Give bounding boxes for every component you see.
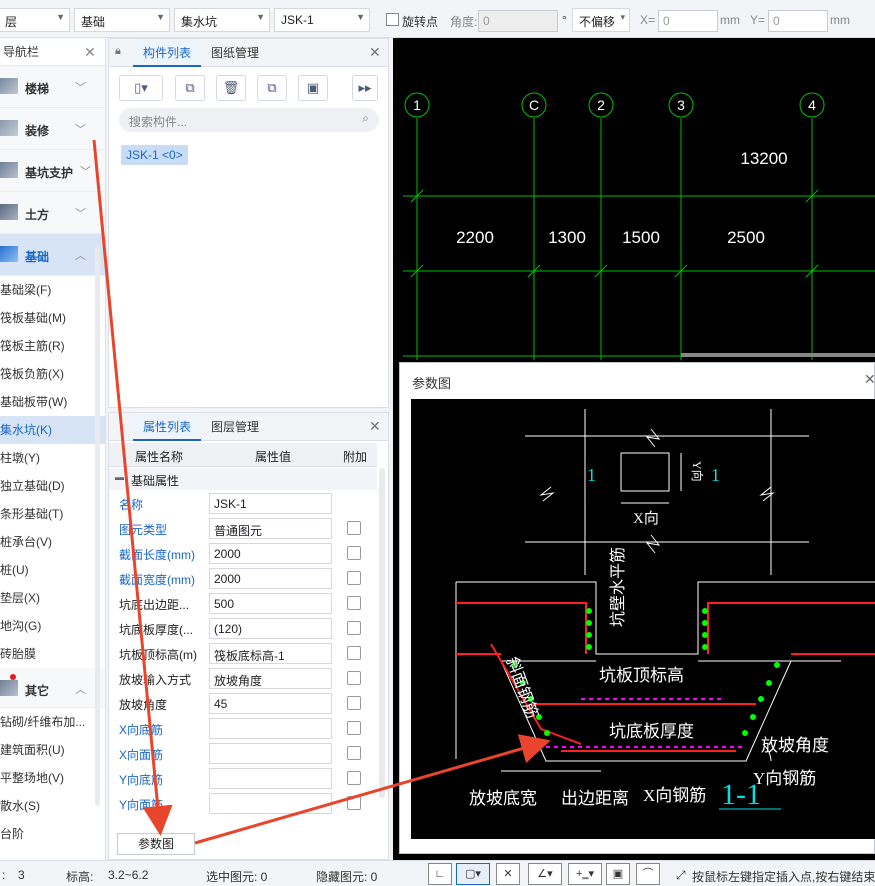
cross-icon: ✕ — [503, 868, 513, 880]
arrow-to-param-diagram — [194, 734, 551, 845]
ortho-mode-button[interactable]: ∟ — [428, 863, 452, 885]
status-elevation-value: 3.2~6.2 — [108, 868, 149, 882]
status-count: 3 — [18, 868, 25, 882]
square-icon: ▢▾ — [465, 868, 481, 880]
offset-icon: +‗▾ — [575, 868, 595, 880]
resize-icon: ⤢ — [676, 868, 686, 882]
status-selected: 选中图元: 0 — [206, 870, 268, 884]
display-mode-button[interactable]: ▣ — [606, 863, 630, 885]
snap-mode-button[interactable]: ▢▾ — [456, 863, 490, 885]
angle-mode-button[interactable]: ∠▾ — [528, 863, 562, 885]
status-elevation-label: 标高: — [66, 870, 94, 884]
arc-mode-button[interactable]: ⌒ — [636, 863, 660, 885]
offset-mode-button[interactable]: +‗▾ — [568, 863, 602, 885]
angle-icon: ∠▾ — [537, 868, 553, 880]
arrow-to-param-button — [92, 139, 173, 836]
annotation-arrows — [92, 139, 551, 845]
ortho-icon: ∟ — [434, 868, 446, 880]
arc-icon: ⌒ — [642, 868, 654, 880]
status-hidden: 隐藏图元: 0 — [316, 870, 378, 884]
cross-mode-button[interactable]: ✕ — [496, 863, 520, 885]
status-hint: 按鼠标左键指定插入点,按右键结束 — [692, 870, 875, 884]
display-icon: ▣ — [612, 868, 624, 880]
status-bar: : 3 标高: 3.2~6.2 选中图元: 0 隐藏图元: 0 ∟ ▢▾ ✕ ∠… — [0, 860, 875, 886]
